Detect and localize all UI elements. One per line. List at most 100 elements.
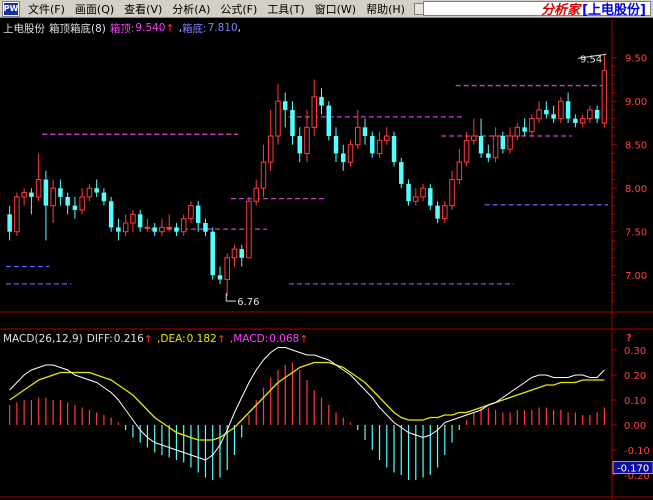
candle-body: [217, 275, 223, 280]
macd-header: MACD(26,12,9) DIFF: 0.216 ↑ , DEA: 0.182…: [3, 332, 313, 346]
candlesticks: [7, 54, 608, 297]
candle-body: [174, 227, 179, 232]
candle-body: [116, 227, 121, 232]
y-tick-label: 7.50: [625, 228, 647, 239]
up-arrow-icon: ↑: [299, 332, 309, 346]
up-arrow-icon: ↑: [143, 332, 154, 346]
candle-body: [579, 118, 586, 124]
candle-body: [50, 187, 56, 207]
y-tick-label: 0.00: [624, 421, 646, 432]
candle-body: [333, 136, 339, 154]
chart-canvas[interactable]: 9.54 6.76 9.50 9.00 8.50 8.00 7.50 7.00 0.30 0.…: [0, 0, 653, 500]
dea-value: 0.182: [186, 333, 217, 345]
candle-body: [166, 226, 172, 229]
candle-body: [573, 118, 578, 123]
candle-body: [239, 249, 244, 258]
candle-body: [231, 248, 238, 259]
candle-body: [449, 179, 455, 207]
candle-body: [355, 126, 361, 146]
candle-body: [391, 136, 397, 163]
y-tick-label: 0.20: [624, 371, 646, 382]
stock-name: 上电股份: [3, 22, 45, 35]
candle-body: [35, 179, 42, 198]
candle-body: [224, 257, 230, 281]
candle-body: [514, 126, 521, 137]
y-tick-label: 0.30: [624, 346, 646, 357]
candle-body: [297, 136, 302, 154]
candle-body: [507, 135, 513, 150]
candle-body: [290, 109, 295, 137]
macd-label: MACD:: [233, 333, 269, 345]
box-top-value: 9.540: [135, 22, 166, 34]
candle-body: [275, 100, 281, 137]
candle-body: [203, 223, 208, 232]
low-annotation: 6.76: [237, 297, 259, 308]
candle-body: [471, 135, 477, 141]
macd-histogram: [9, 362, 605, 480]
candle-body: [341, 153, 346, 163]
candle-body: [478, 136, 484, 154]
candle-body: [72, 205, 78, 210]
box-bottom-label: 箱底:: [182, 22, 207, 35]
candle-body: [14, 196, 20, 233]
candle-body: [486, 153, 491, 158]
candle-body: [65, 196, 70, 206]
candle-body: [376, 139, 383, 154]
candle-body: [180, 218, 187, 233]
trailing-comma: ,: [237, 22, 241, 34]
candle-body: [442, 205, 448, 220]
high-annotation: 9.54: [580, 54, 602, 65]
candle-body: [420, 187, 426, 198]
candle-body: [86, 187, 93, 198]
diff-value: 0.216: [113, 333, 144, 345]
candle-body: [463, 139, 470, 163]
y-tick-label: 7.00: [625, 271, 647, 282]
candle-body: [326, 105, 332, 137]
candle-body: [267, 135, 274, 163]
candle-body: [130, 213, 136, 224]
candle-body: [551, 114, 556, 119]
candle-body: [536, 109, 542, 120]
indicator-name: 箱顶箱底(8): [49, 22, 106, 35]
y-tick-label: 8.00: [625, 184, 647, 195]
candle-body: [246, 200, 252, 259]
candle-body: [29, 192, 34, 197]
candle-body: [260, 161, 267, 189]
candle-body: [500, 136, 506, 150]
candle-body: [253, 187, 259, 202]
candle-body: [101, 192, 107, 202]
price-annotations: 9.54 6.76: [225, 53, 607, 308]
candle-body: [282, 101, 288, 110]
candle-body: [152, 227, 157, 232]
up-arrow-icon: ↑: [216, 332, 226, 346]
macd-title: MACD(26,12,9): [3, 333, 83, 345]
up-arrow-icon: ↑: [165, 21, 175, 35]
candle-body: [406, 183, 411, 202]
macd-axis: 0.300.200.100.00-0.10-0.20-0.170?: [612, 333, 653, 482]
candle-body: [58, 188, 63, 197]
candle-body: [558, 100, 564, 120]
candle-body: [21, 192, 27, 198]
candle-body: [362, 127, 368, 137]
candle-body: [188, 205, 194, 220]
candle-body: [594, 109, 600, 119]
candle-body: [347, 144, 354, 163]
candle-body: [413, 196, 419, 202]
candle-body: [544, 109, 549, 115]
candle-body: [210, 231, 215, 276]
macd-value: 0.068: [269, 333, 300, 345]
price-grid: [0, 20, 653, 500]
candle-body: [492, 135, 499, 159]
y-tick-label: 9.00: [625, 97, 647, 108]
candle-body: [94, 188, 99, 193]
current-value-label: -0.170: [617, 464, 649, 475]
candle-body: [79, 196, 85, 211]
candle-body: [529, 118, 535, 133]
diff-label: DIFF:: [86, 333, 113, 345]
candle-body: [304, 126, 310, 154]
box-bottom-value: 7.810: [207, 22, 238, 34]
candle-body: [159, 226, 165, 233]
candle-body: [319, 96, 324, 106]
candle-body: [384, 135, 390, 141]
candle-body: [144, 226, 151, 229]
